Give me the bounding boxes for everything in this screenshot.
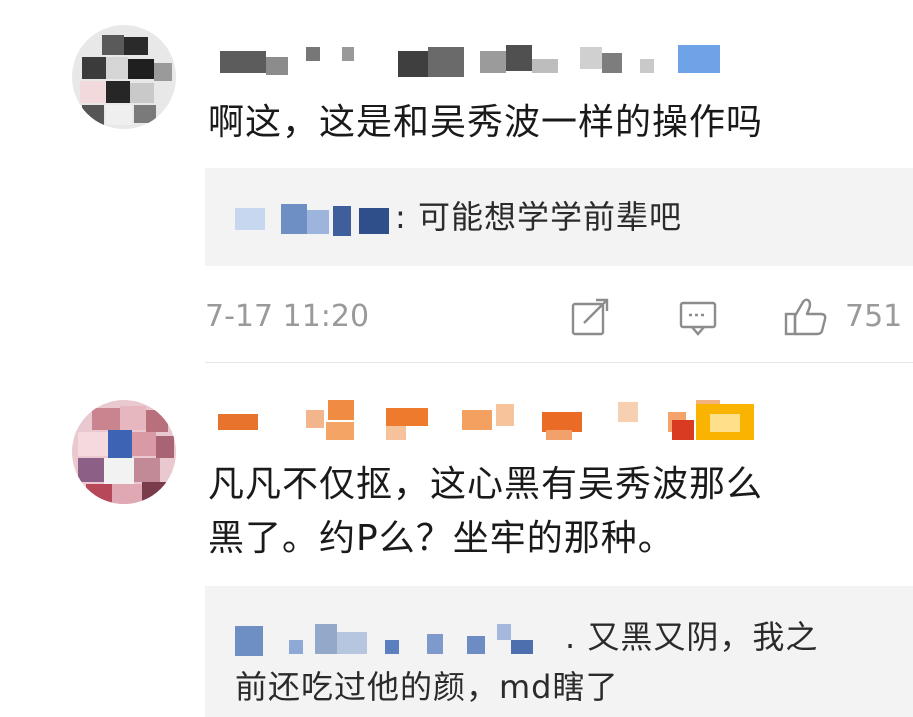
username-blurred[interactable] [210,45,730,87]
comment-item: 凡凡不仅抠，这心黑有吴秀波那么 黑了。约P么？坐牢的那种。 . 又黑又阴，我之 … [0,362,913,717]
avatar[interactable] [72,25,176,129]
reply-text: : 可能想学学前辈吧 [395,198,682,236]
reply-username-blurred[interactable] [235,622,565,656]
like-count: 751 [845,299,903,334]
timestamp: 7-17 11:20 [205,299,370,334]
comment-meta: 7-17 11:20 751 [205,292,913,342]
comment-text-line: 凡凡不仅抠，这心黑有吴秀波那么 [208,464,764,505]
avatar[interactable] [72,400,176,504]
reply-username-blurred[interactable] [235,202,395,236]
comment-text: 凡凡不仅抠，这心黑有吴秀波那么 黑了。约P么？坐牢的那种。 [208,458,898,566]
comment-text-line: 黑了。约P么？坐牢的那种。 [208,518,675,559]
comment-icon[interactable] [678,297,718,337]
username-blurred[interactable] [210,400,770,442]
thumbs-up-icon[interactable] [783,297,829,337]
comment-text: 啊这，这是和吴秀波一样的操作吗 [208,102,764,143]
reply-box[interactable]: . 又黑又阴，我之 前还吃过他的颜，md瞎了 [205,586,913,717]
reply-text-line: 前还吃过他的颜，md瞎了 [235,668,619,706]
reply-box[interactable]: : 可能想学学前辈吧 [205,168,913,266]
comment-item: 啊这，这是和吴秀波一样的操作吗 : 可能想学学前辈吧 7-17 11:20 75… [0,0,913,362]
reply-text-line: . 又黑又阴，我之 [565,618,819,656]
share-icon[interactable] [570,297,610,337]
